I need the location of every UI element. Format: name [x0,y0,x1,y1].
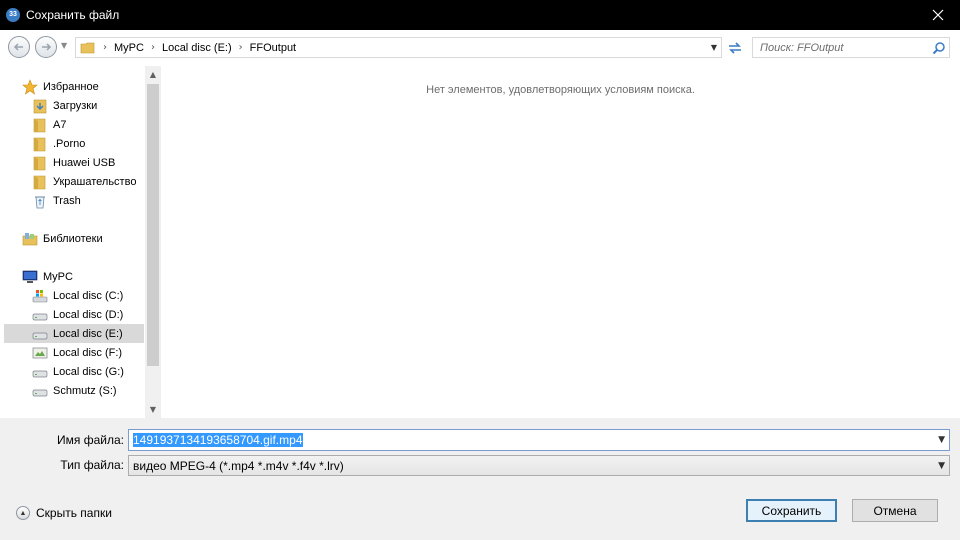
filename-input[interactable] [133,432,923,448]
arrow-left-icon [13,43,23,51]
navigation-pane: Избранное Загрузки A7 .Porno Huawei USB … [0,66,161,418]
nav-computer-label: MyPC [43,270,73,283]
breadcrumb-separator-icon[interactable]: › [239,42,243,53]
hard-drive-icon [32,389,48,396]
star-icon [22,78,38,95]
file-list-area[interactable]: Нет элементов, удовлетворяющих условиям … [161,66,960,418]
scroll-up-icon[interactable]: ▲ [145,66,161,83]
nav-drive-g[interactable]: Local disc (G:) [4,362,144,381]
folder-icon [33,137,46,151]
filetype-select[interactable]: видео MPEG-4 (*.mp4 *.m4v *.f4v *.lrv) ▼ [128,455,950,476]
system-drive-icon [32,289,48,302]
breadcrumb-ffoutput[interactable]: FFOutput [250,42,296,54]
nav-drive-s[interactable]: Schmutz (S:) [4,381,144,400]
nav-item-ukrashatelstvo[interactable]: Украшательство [4,172,144,191]
hard-drive-icon [32,370,48,377]
search-icon[interactable] [932,41,946,55]
nav-item-label: A7 [53,118,67,131]
nav-item-label: Local disc (F:) [53,346,123,359]
toolbar: ▼ › MyPC › Local disc (E:) › FFOutput ▼ [0,30,960,66]
recycle-bin-icon [35,196,45,208]
hide-folders-label: Скрыть папки [36,506,112,520]
cancel-button[interactable]: Отмена [852,499,938,522]
nav-item-label: Украшательство [53,175,137,188]
nav-item-label: Local disc (C:) [53,289,124,302]
libraries-icon [22,232,38,245]
title-bar: 33 Сохранить файл [0,0,960,30]
nav-item-huawei-usb[interactable]: Huawei USB [4,153,144,172]
breadcrumb-local-disc-e[interactable]: Local disc (E:) [162,42,232,54]
folder-icon [80,42,95,53]
nav-item-label: Local disc (E:) [53,327,123,340]
breadcrumb-mypc[interactable]: MyPC [114,42,144,54]
nav-computer[interactable]: MyPC [4,267,144,286]
window-title: Сохранить файл [26,8,120,22]
filetype-dropdown-icon[interactable]: ▼ [938,461,945,471]
refresh-button[interactable] [724,38,746,58]
filename-label: Имя файла: [57,433,124,447]
nav-libraries[interactable]: Библиотеки [4,229,144,248]
breadcrumb-separator-icon[interactable]: › [151,42,155,53]
empty-results-message: Нет элементов, удовлетворяющих условиям … [426,84,695,96]
nav-drive-e[interactable]: Local disc (E:) [4,324,144,343]
nav-item-label: Local disc (G:) [53,365,124,378]
save-button[interactable]: Сохранить [746,499,837,522]
navigation-tree: Избранное Загрузки A7 .Porno Huawei USB … [4,66,144,418]
search-input[interactable] [753,38,930,57]
chevron-up-icon: ▲ [16,506,30,520]
hide-folders-button[interactable]: ▲ Скрыть папки [16,506,112,520]
nav-item-label: Local disc (D:) [53,308,124,321]
computer-icon [22,270,38,283]
image-drive-icon [32,347,48,358]
hard-drive-icon [32,313,48,320]
nav-item-label: Trash [53,194,81,207]
downloads-folder-icon [33,99,47,113]
app-icon: 33 [6,8,20,22]
refresh-icon [729,42,741,54]
nav-item-trash[interactable]: Trash [4,191,144,210]
nav-item-a7[interactable]: A7 [4,115,144,134]
folder-icon [33,175,46,189]
arrow-right-icon [42,43,52,51]
nav-favorites-label: Избранное [43,80,99,93]
filetype-label: Тип файла: [60,458,124,472]
breadcrumb-separator-icon[interactable]: › [103,42,107,53]
nav-drive-d[interactable]: Local disc (D:) [4,305,144,324]
nav-favorites[interactable]: Избранное [4,77,144,96]
nav-item-downloads[interactable]: Загрузки [4,96,144,115]
hard-drive-icon [32,332,48,339]
scroll-down-icon[interactable]: ▼ [145,401,161,418]
nav-drive-c[interactable]: Local disc (C:) [4,286,144,305]
address-dropdown-icon[interactable]: ▼ [711,43,717,52]
filename-dropdown-icon[interactable]: ▼ [938,435,945,445]
nav-item-label: Huawei USB [53,156,116,169]
navigation-scrollbar[interactable]: ▲ ▼ [145,66,161,418]
recent-locations-chevron-icon[interactable]: ▼ [61,41,67,50]
nav-libraries-label: Библиотеки [43,232,103,245]
filename-combobox[interactable]: ▼ [128,429,950,451]
nav-item-label: .Porno [53,137,86,150]
close-icon[interactable] [928,5,948,25]
filetype-selected-value: видео MPEG-4 (*.mp4 *.m4v *.f4v *.lrv) [133,458,344,473]
nav-drive-f[interactable]: Local disc (F:) [4,343,144,362]
back-button[interactable] [8,36,30,58]
forward-button[interactable] [35,36,57,58]
search-box[interactable] [752,37,950,58]
nav-item-label: Schmutz (S:) [53,384,117,397]
folder-icon [33,156,46,170]
nav-item-porno[interactable]: .Porno [4,134,144,153]
save-file-dialog: 33 Сохранить файл ▼ › MyPC › Local disc … [0,0,960,540]
folder-icon [33,118,46,132]
scrollbar-thumb[interactable] [147,84,159,366]
nav-item-label: Загрузки [53,99,98,112]
address-bar[interactable]: › MyPC › Local disc (E:) › FFOutput ▼ [75,37,722,58]
save-options-panel: Имя файла: ▼ Тип файла: видео MPEG-4 (*.… [0,418,960,540]
